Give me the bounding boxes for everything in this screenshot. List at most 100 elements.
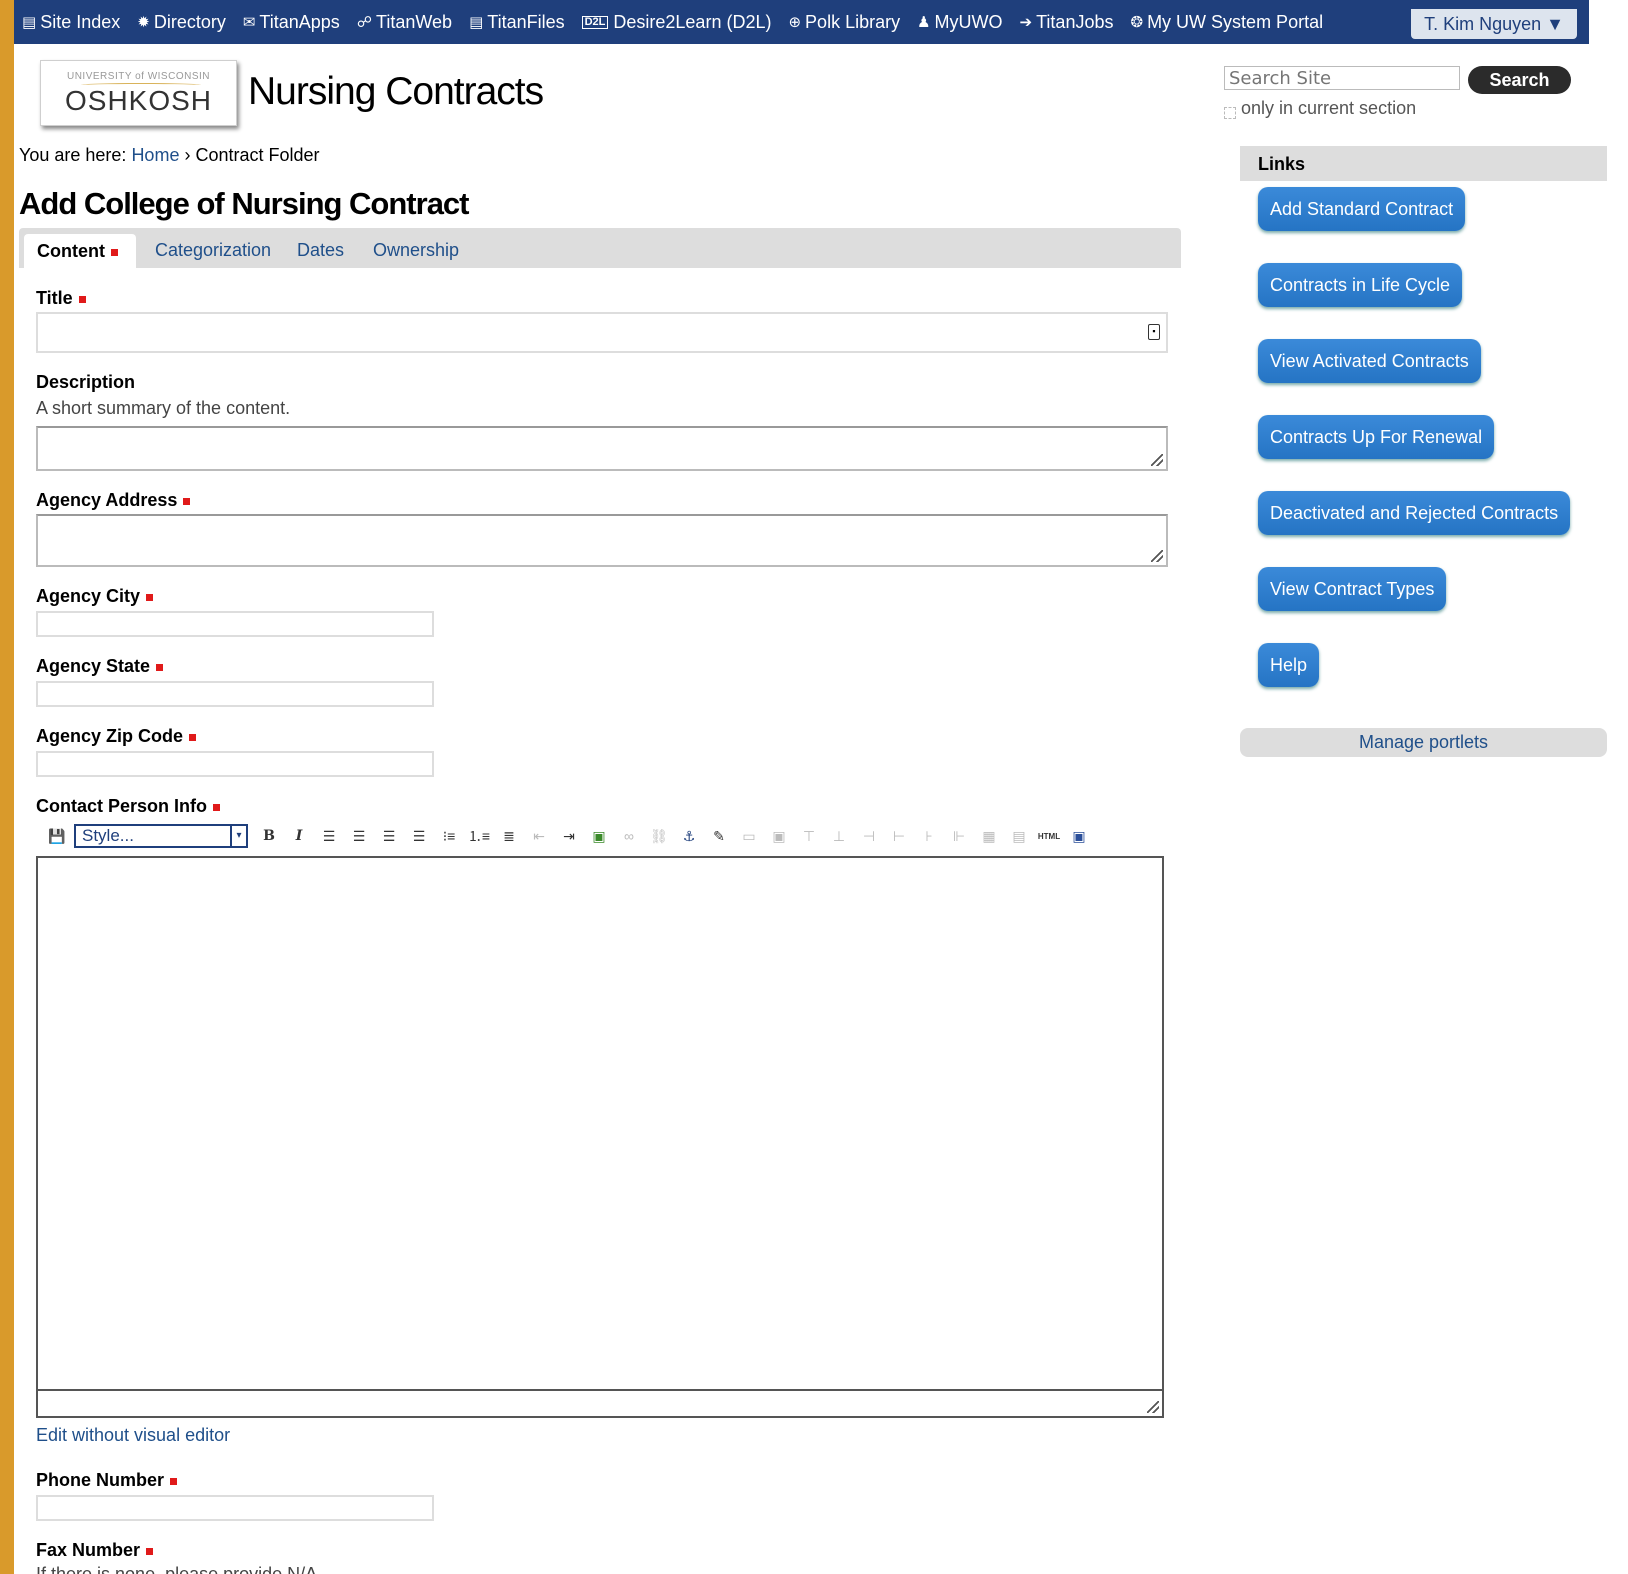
style-select[interactable]: Style... ▾ (74, 824, 248, 848)
required-marker (170, 1477, 178, 1485)
add-standard-contract-button[interactable]: Add Standard Contract (1258, 187, 1466, 231)
fax-label: Fax Number (36, 1540, 154, 1561)
edit-without-visual-editor-link[interactable]: Edit without visual editor (36, 1425, 230, 1446)
row-after-icon[interactable]: ⊥ (824, 824, 854, 848)
align-justify-icon[interactable]: ☰ (404, 824, 434, 848)
page-title: Add College of Nursing Contract (19, 186, 469, 221)
cell-icon[interactable]: ▤ (1004, 824, 1034, 848)
indent-icon[interactable]: ⇥ (554, 824, 584, 848)
agency-address-label: Agency Address (36, 490, 191, 511)
outdent-icon[interactable]: ⇤ (524, 824, 554, 848)
nav-directory[interactable]: ✹ Directory (137, 12, 226, 33)
mail-icon: ✉ (242, 13, 256, 31)
resize-handle-icon[interactable] (1151, 454, 1163, 466)
nav-titanjobs[interactable]: ➔ TitanJobs (1020, 12, 1114, 33)
page: ▤ Site Index ✹ Directory ✉ TitanApps ☍ Titan… (14, 0, 1628, 1574)
agency-zip-label-text: Agency Zip Code (36, 726, 184, 746)
nav-myuwo[interactable]: ♟ MyUWO (917, 12, 1002, 33)
top-navigation-bar: ▤ Site Index ✹ Directory ✉ TitanApps ☍ Titan… (14, 0, 1589, 44)
align-center-icon[interactable]: ☰ (344, 824, 374, 848)
unlink-icon[interactable]: ⛓ (644, 824, 674, 848)
anchor-icon[interactable]: ⚓ (674, 824, 704, 848)
breadcrumb-home-link[interactable]: Home (131, 145, 179, 165)
view-activated-contracts-button[interactable]: View Activated Contracts (1258, 339, 1481, 383)
table-props-icon[interactable]: ▣ (764, 824, 794, 848)
uw-oshkosh-logo[interactable]: UNIVERSITY of WISCONSIN OSHKOSH (40, 60, 237, 126)
nav-site-index[interactable]: ▤ Site Index (22, 12, 120, 33)
row-before-icon[interactable]: ⊤ (794, 824, 824, 848)
edit-note-icon[interactable]: ✎ (704, 824, 734, 848)
contact-label-text: Contact Person Info (36, 796, 208, 816)
bold-icon[interactable]: B (254, 824, 284, 848)
definition-list-icon[interactable]: ≣ (494, 824, 524, 848)
rich-text-editor[interactable] (36, 856, 1164, 1391)
nav-polk-library[interactable]: ⊕ Polk Library (788, 12, 900, 33)
breadcrumb-current: Contract Folder (195, 145, 320, 165)
insert-image-icon[interactable]: ▣ (584, 824, 614, 848)
contracts-renewal-button[interactable]: Contracts Up For Renewal (1258, 415, 1495, 459)
delete-row-icon[interactable]: ⊣ (854, 824, 884, 848)
current-section-checkbox[interactable] (1224, 106, 1236, 119)
phone-label: Phone Number (36, 1470, 178, 1491)
html-source-icon[interactable]: HTML (1034, 824, 1064, 848)
description-textarea[interactable] (36, 426, 1168, 471)
link-icon[interactable]: ∞ (614, 824, 644, 848)
view-contract-types-button[interactable]: View Contract Types (1258, 567, 1447, 611)
tab-categorization[interactable]: Categorization (155, 240, 271, 261)
align-right-icon[interactable]: ☰ (374, 824, 404, 848)
phone-input[interactable] (36, 1495, 434, 1521)
col-after-icon[interactable]: ⊦ (914, 824, 944, 848)
current-section-label: only in current section (1241, 98, 1417, 118)
gear-icon: ✹ (137, 13, 150, 31)
agency-state-input[interactable] (36, 681, 434, 707)
field-helper-icon[interactable]: ▪ (1148, 324, 1160, 340)
resize-handle-icon[interactable] (1147, 1401, 1159, 1413)
numbered-list-icon[interactable]: ⒈≡ (464, 824, 494, 848)
resize-handle-icon[interactable] (1151, 550, 1163, 562)
fullscreen-icon[interactable]: ▣ (1064, 824, 1094, 848)
search-button[interactable]: Search (1468, 66, 1571, 94)
col-before-icon[interactable]: ⊢ (884, 824, 914, 848)
delete-col-icon[interactable]: ⊩ (944, 824, 974, 848)
grid-icon[interactable]: ▦ (974, 824, 1004, 848)
jobs-icon: ➔ (1019, 13, 1033, 31)
deactivated-rejected-button[interactable]: Deactivated and Rejected Contracts (1258, 491, 1571, 535)
agency-city-input[interactable] (36, 611, 434, 637)
user-menu[interactable]: T. Kim Nguyen ▼ (1411, 9, 1577, 39)
title-input[interactable]: ▪ (36, 312, 1168, 353)
nav-uw-portal[interactable]: ❂ My UW System Portal (1130, 12, 1323, 33)
tab-content[interactable]: Content (24, 234, 136, 268)
breadcrumb-prefix: You are here: (19, 145, 127, 165)
nav-label: Polk Library (805, 11, 901, 32)
search-input[interactable] (1224, 66, 1460, 90)
current-section-option[interactable]: only in current section (1224, 98, 1416, 119)
nav-titanfiles[interactable]: ▤ TitanFiles (469, 12, 565, 33)
nav-label: TitanWeb (376, 11, 453, 32)
table-icon[interactable]: ▭ (734, 824, 764, 848)
nav-titanweb[interactable]: ☍ TitanWeb (357, 12, 452, 33)
top-nav-items: ▤ Site Index ✹ Directory ✉ TitanApps ☍ Titan… (22, 0, 1340, 44)
logo-oshkosh-text: OSHKOSH (64, 85, 213, 116)
title-label: Title (36, 288, 86, 309)
agency-address-textarea[interactable] (36, 514, 1168, 567)
save-icon[interactable]: 💾 (42, 824, 72, 848)
help-button[interactable]: Help (1258, 643, 1320, 687)
italic-icon[interactable]: I (284, 824, 314, 848)
fax-help: If there is none, please provide N/A. (36, 1564, 323, 1574)
fax-label-text: Fax Number (36, 1540, 141, 1560)
manage-portlets-link[interactable]: Manage portlets (1240, 728, 1607, 757)
required-marker (110, 248, 118, 256)
contracts-life-cycle-button[interactable]: Contracts in Life Cycle (1258, 263, 1463, 307)
agency-zip-input[interactable] (36, 751, 434, 777)
bullet-list-icon[interactable]: ⁝≡ (434, 824, 464, 848)
nav-titanapps[interactable]: ✉ TitanApps (243, 12, 340, 33)
web-icon: ☍ (356, 13, 373, 31)
tab-dates[interactable]: Dates (297, 240, 344, 261)
nav-d2l[interactable]: D2L Desire2Learn (D2L) (581, 11, 772, 33)
nav-label: Desire2Learn (D2L) (613, 11, 772, 32)
agency-city-label-text: Agency City (36, 586, 141, 606)
tab-ownership[interactable]: Ownership (373, 240, 459, 261)
page-icon: ▤ (22, 13, 37, 31)
align-left-icon[interactable]: ☰ (314, 824, 344, 848)
chevron-down-icon[interactable]: ▾ (230, 826, 246, 846)
